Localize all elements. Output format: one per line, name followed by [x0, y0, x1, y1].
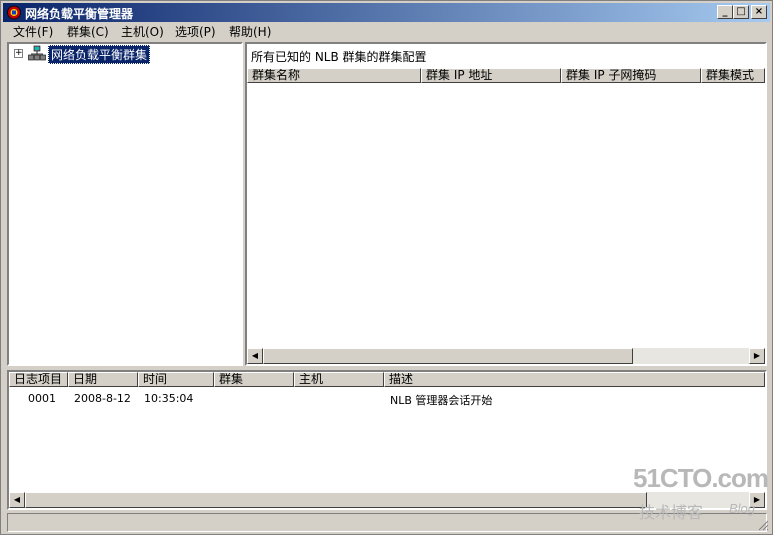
- log-description-cell: NLB 管理器会话开始: [390, 394, 493, 407]
- column-log-cluster[interactable]: 群集: [214, 372, 294, 387]
- menu-host[interactable]: 主机(O): [121, 23, 164, 40]
- cluster-list-header: 群集名称 群集 IP 地址 群集 IP 子网掩码 群集模式: [247, 68, 765, 83]
- menu-bar: 文件(F) 群集(C) 主机(O) 选项(P) 帮助(H): [3, 22, 770, 40]
- column-log-date[interactable]: 日期: [68, 372, 138, 387]
- title-bar[interactable]: 网络负载平衡管理器 _ □ ×: [3, 3, 770, 22]
- menu-help[interactable]: 帮助(H): [229, 23, 271, 40]
- column-log-item[interactable]: 日志项目: [9, 372, 68, 387]
- log-scroll-right-button[interactable]: ▶: [749, 492, 765, 508]
- resize-grip-icon[interactable]: [757, 519, 769, 531]
- log-list-header: 日志项目 日期 时间 群集 主机 描述: [9, 372, 765, 387]
- tree-expand-toggle[interactable]: +: [14, 49, 23, 58]
- cluster-list-hscrollbar[interactable]: ◀ ▶: [247, 348, 765, 364]
- menu-file[interactable]: 文件(F): [13, 23, 53, 40]
- log-scroll-thumb[interactable]: [25, 492, 647, 508]
- scroll-thumb[interactable]: [263, 348, 633, 364]
- menu-options[interactable]: 选项(P): [175, 23, 216, 40]
- column-cluster-subnet[interactable]: 群集 IP 子网掩码: [561, 68, 701, 83]
- column-log-description[interactable]: 描述: [384, 372, 765, 387]
- minimize-button[interactable]: _: [717, 5, 733, 19]
- log-pane: 日志项目 日期 时间 群集 主机 描述 0001 2008-8-12 10:35…: [7, 370, 767, 510]
- scroll-right-button[interactable]: ▶: [749, 348, 765, 364]
- log-date-cell: 2008-8-12: [74, 392, 131, 405]
- log-hscrollbar[interactable]: ◀ ▶: [9, 492, 765, 508]
- nlb-app-icon: [7, 5, 21, 20]
- window-title: 网络负载平衡管理器: [25, 7, 134, 21]
- column-cluster-mode[interactable]: 群集模式: [701, 68, 765, 83]
- column-cluster-name[interactable]: 群集名称: [247, 68, 421, 83]
- column-log-host[interactable]: 主机: [294, 372, 384, 387]
- nlb-manager-window: 网络负载平衡管理器 _ □ × 文件(F) 群集(C) 主机(O) 选项(P) …: [0, 0, 773, 535]
- log-row[interactable]: 0001 2008-8-12 10:35:04 NLB 管理器会话开始: [9, 392, 765, 407]
- maximize-button[interactable]: □: [733, 5, 749, 19]
- log-item-cell: 0001: [28, 392, 56, 405]
- status-bar: [7, 513, 767, 532]
- log-time-cell: 10:35:04: [144, 392, 194, 405]
- tree-root-item[interactable]: 网络负载平衡群集: [48, 45, 151, 64]
- column-log-time[interactable]: 时间: [138, 372, 214, 387]
- column-cluster-ip[interactable]: 群集 IP 地址: [421, 68, 561, 83]
- close-button[interactable]: ×: [751, 5, 767, 19]
- scroll-left-button[interactable]: ◀: [247, 348, 263, 364]
- menu-cluster[interactable]: 群集(C): [67, 23, 109, 40]
- pane-caption: 所有已知的 NLB 群集的群集配置: [251, 50, 427, 64]
- log-scroll-left-button[interactable]: ◀: [9, 492, 25, 508]
- cluster-network-icon: [28, 45, 46, 61]
- cluster-config-pane: 所有已知的 NLB 群集的群集配置 群集名称 群集 IP 地址 群集 IP 子网…: [245, 42, 767, 366]
- cluster-tree-pane[interactable]: + 网络负载平衡群集: [7, 42, 243, 366]
